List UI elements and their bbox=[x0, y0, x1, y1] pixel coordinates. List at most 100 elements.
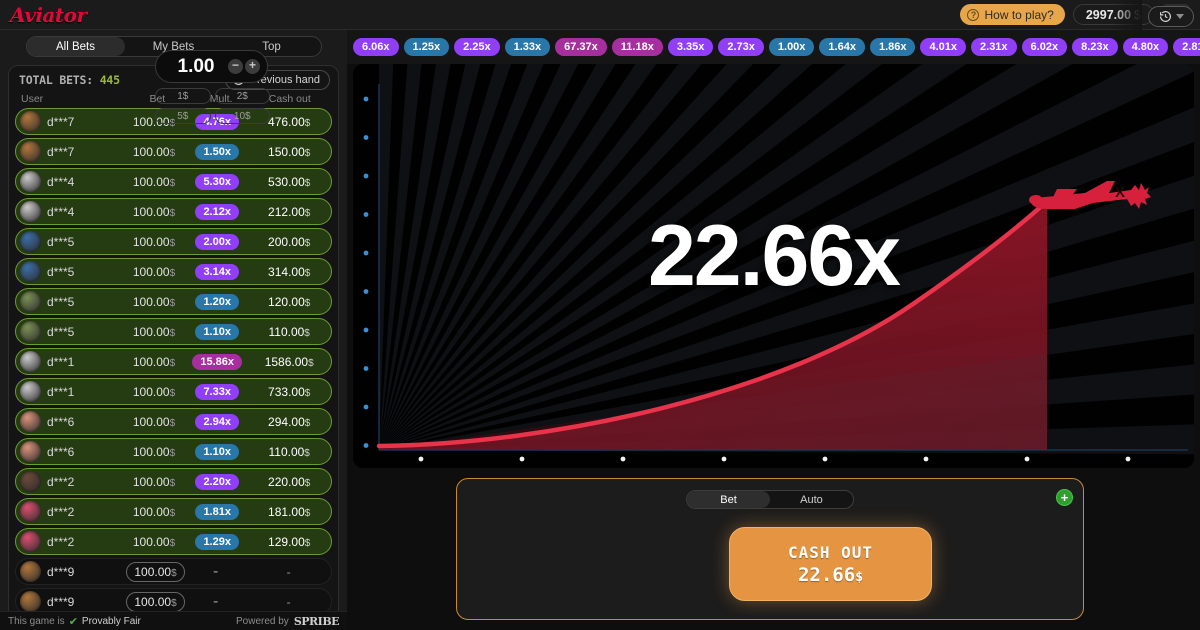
table-row[interactable]: d***6 100.00$ 1.10x 110.00$ bbox=[15, 438, 332, 465]
table-row[interactable]: d***2 100.00$ 1.29x 129.00$ bbox=[15, 528, 332, 555]
row-multiplier: 15.86x bbox=[187, 353, 247, 370]
table-row[interactable]: d***4 100.00$ 2.12x 212.00$ bbox=[15, 198, 332, 225]
table-row[interactable]: d***1 100.00$ 7.33x 733.00$ bbox=[15, 378, 332, 405]
plus-circle-icon[interactable]: + bbox=[1056, 489, 1073, 506]
row-multiplier: 1.50x bbox=[187, 143, 247, 160]
history-multiplier-pill[interactable]: 1.86x bbox=[869, 38, 916, 56]
table-row[interactable]: d***6 100.00$ 2.94x 294.00$ bbox=[15, 408, 332, 435]
row-bet: 100.00$ bbox=[132, 294, 176, 309]
quick-amount-5[interactable]: 5$ bbox=[155, 108, 211, 124]
shield-check-icon: ✔ bbox=[68, 615, 78, 628]
total-bets-count: 445 bbox=[99, 72, 120, 87]
row-cashout: 129.00$ bbox=[268, 534, 311, 549]
history-multiplier-pill[interactable]: 3.35x bbox=[667, 38, 714, 56]
history-multiplier-pill[interactable]: 6.02x bbox=[1021, 38, 1068, 56]
history-multiplier-pill[interactable]: 2.73x bbox=[718, 38, 764, 56]
table-row[interactable]: d***4 100.00$ 5.30x 530.00$ bbox=[15, 168, 332, 195]
history-multiplier-pill[interactable]: 2.81x bbox=[1173, 38, 1200, 56]
row-user: d***5 bbox=[47, 234, 75, 249]
row-multiplier: 3.14x bbox=[187, 263, 247, 280]
history-multiplier-pill[interactable]: 8.23x bbox=[1072, 38, 1118, 56]
red-airplane-icon: X bbox=[1029, 181, 1151, 209]
table-row[interactable]: d***2 100.00$ 1.81x 181.00$ bbox=[15, 498, 332, 525]
row-multiplier: 1.29x bbox=[187, 533, 247, 550]
row-cashout: - bbox=[286, 594, 291, 609]
provably-fair-footer: This game is ✔ Provably Fair Powered by … bbox=[0, 611, 347, 630]
table-row[interactable]: d***5 100.00$ 1.20x 120.00$ bbox=[15, 288, 332, 315]
table-row[interactable]: d***1 100.00$ 15.86x 1586.00$ bbox=[15, 348, 332, 375]
avatar bbox=[20, 291, 41, 312]
history-toggle-button[interactable] bbox=[1148, 6, 1194, 27]
aviator-logo: Aviator bbox=[10, 2, 87, 27]
cash-out-label: CASH OUT bbox=[787, 542, 874, 562]
table-row[interactable]: d***7 100.00$ 1.50x 150.00$ bbox=[15, 138, 332, 165]
bets-list[interactable]: d***7 100.00$ 4.76x 476.00$ d***7 100.00$ 1.50… bbox=[9, 108, 338, 630]
bet-amount-input[interactable]: 1.00 − + bbox=[155, 50, 268, 83]
history-multiplier-pill[interactable]: 6.06x bbox=[353, 38, 399, 56]
row-user: d***1 bbox=[47, 354, 75, 369]
row-cashout: 120.00$ bbox=[268, 294, 311, 309]
tab-all-bets[interactable]: All Bets bbox=[26, 37, 125, 56]
avatar bbox=[20, 141, 41, 162]
multiplier-badge: 15.86x bbox=[192, 353, 243, 370]
row-bet: 100.00$ bbox=[132, 264, 176, 279]
history-multiplier-pill[interactable]: 1.25x bbox=[403, 38, 450, 56]
history-multiplier-pill[interactable]: 67.37x bbox=[555, 38, 607, 56]
avatar bbox=[20, 561, 41, 582]
provably-fair-link[interactable]: Provably Fair bbox=[82, 616, 141, 627]
multiplier-badge: 7.33x bbox=[195, 383, 240, 400]
row-cashout: 314.00$ bbox=[268, 264, 311, 279]
quick-amount-1[interactable]: 1$ bbox=[155, 88, 211, 104]
row-cashout: 733.00$ bbox=[268, 384, 311, 399]
increase-bet-button[interactable]: + bbox=[245, 59, 260, 74]
quick-amount-buttons: 1$ 2$ 5$ 10$ bbox=[155, 88, 270, 124]
row-multiplier: 1.10x bbox=[187, 323, 247, 340]
table-row[interactable]: d***9 100.00$ - - bbox=[15, 558, 332, 585]
decrease-bet-button[interactable]: − bbox=[228, 59, 243, 74]
history-multiplier-pill[interactable]: 11.18x bbox=[611, 38, 663, 56]
history-clock-icon bbox=[1159, 11, 1171, 22]
row-bet: 100.00$ bbox=[125, 561, 186, 582]
this-game-is-label: This game is bbox=[8, 615, 65, 627]
mode-auto[interactable]: Auto bbox=[770, 491, 853, 508]
history-multiplier-pill[interactable]: 2.31x bbox=[971, 38, 1017, 56]
row-cashout: 220.00$ bbox=[268, 474, 311, 489]
app-header: Aviator ? How to play? 2997.00 $ bbox=[0, 0, 1200, 30]
row-user: d***6 bbox=[47, 414, 75, 429]
table-row[interactable]: d***5 100.00$ 2.00x 200.00$ bbox=[15, 228, 332, 255]
history-multiplier-pill[interactable]: 1.64x bbox=[819, 38, 865, 56]
row-user: d***9 bbox=[47, 564, 75, 579]
history-multiplier-pill[interactable]: 1.33x bbox=[504, 38, 551, 56]
multiplier-badge: 1.50x bbox=[195, 143, 240, 160]
history-multiplier-pill[interactable]: 4.80x bbox=[1122, 38, 1169, 56]
quick-amount-2[interactable]: 2$ bbox=[214, 88, 270, 104]
table-row[interactable]: d***5 100.00$ 3.14x 314.00$ bbox=[15, 258, 332, 285]
row-cashout: 1586.00$ bbox=[264, 354, 314, 369]
balance-display: 2997.00 $ bbox=[1072, 4, 1154, 25]
history-multiplier-pill[interactable]: 2.25x bbox=[454, 38, 500, 56]
table-row[interactable]: d***5 100.00$ 1.10x 110.00$ bbox=[15, 318, 332, 345]
multiplier-history-bar[interactable]: 6.06x 1.25x 2.25x 1.33x 67.37x 11.18x 3.35x 2.7… bbox=[347, 30, 1200, 64]
bet-amount-value: 1.00 bbox=[177, 55, 215, 77]
quick-amount-10[interactable]: 10$ bbox=[214, 108, 270, 124]
history-multiplier-pill[interactable]: 1.00x bbox=[768, 38, 815, 56]
avatar bbox=[20, 531, 41, 552]
row-multiplier: 5.30x bbox=[187, 173, 247, 190]
avatar bbox=[20, 321, 41, 342]
table-row[interactable]: d***2 100.00$ 2.20x 220.00$ bbox=[15, 468, 332, 495]
row-bet: 100.00$ bbox=[132, 324, 176, 339]
balance-currency: $ bbox=[1134, 7, 1141, 22]
history-multiplier-pill[interactable]: 4.01x bbox=[920, 38, 967, 56]
row-cashout: 110.00$ bbox=[268, 444, 310, 459]
avatar bbox=[20, 351, 41, 372]
cash-out-button[interactable]: CASH OUT 22.66$ bbox=[729, 527, 932, 601]
row-user: d***4 bbox=[47, 174, 75, 189]
mode-bet[interactable]: Bet bbox=[687, 491, 770, 508]
row-user: d***2 bbox=[47, 474, 75, 489]
chevron-down-icon bbox=[1175, 14, 1184, 19]
powered-by-label: Powered by bbox=[236, 615, 289, 627]
row-cashout: 181.00$ bbox=[268, 504, 311, 519]
avatar bbox=[20, 171, 41, 192]
how-to-play-button[interactable]: ? How to play? bbox=[960, 4, 1065, 25]
multiplier-badge: 2.20x bbox=[195, 473, 240, 490]
